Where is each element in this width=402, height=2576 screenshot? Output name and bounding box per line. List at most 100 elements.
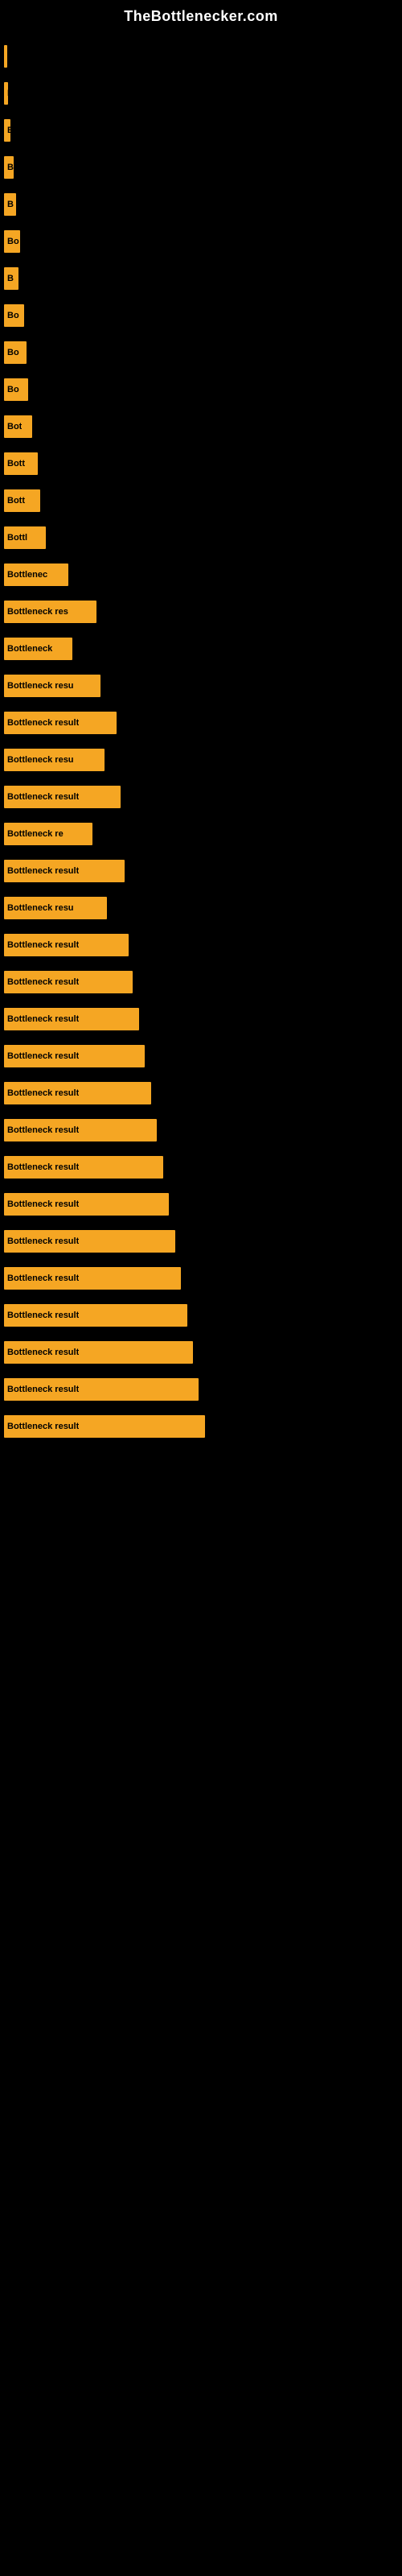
bar-row: Bottlenec [0,564,402,586]
bar-item: Bott [4,489,40,512]
bar-item: I [4,82,8,105]
bar-item: Bottleneck result [4,1378,199,1401]
bar-label: Bottleneck result [7,1348,79,1357]
bar-label: B [7,200,14,209]
bar-row: Bottleneck result [0,786,402,808]
bar-item: Bottleneck result [4,1008,139,1030]
bar-label: Bo [7,348,19,357]
bar-item: Bottleneck result [4,934,129,956]
bar-item: Bottleneck resu [4,897,107,919]
bar-label: B [7,274,14,283]
bar-row: Bottleneck result [0,1341,402,1364]
bar-item: B [4,267,18,290]
bar-item: Bo [4,304,24,327]
bar-item: Bottleneck re [4,823,92,845]
bar-label: Bottleneck result [7,1014,79,1024]
bar-label: Bottleneck result [7,1088,79,1098]
bar-item: Bottleneck result [4,1119,157,1141]
bar-item: Bottleneck result [4,1230,175,1253]
bar-row: B [0,156,402,179]
bar-row: Bottleneck result [0,1267,402,1290]
bar-row: Bottleneck result [0,1230,402,1253]
site-title: TheBottlenecker.com [0,0,402,29]
bar-item: B [4,193,16,216]
bar-item: B [4,156,14,179]
bar-item: Bottleneck result [4,1193,169,1216]
bar-row: Bo [0,230,402,253]
bar-label: Bottleneck result [7,1236,79,1246]
bar-item: Bottleneck result [4,971,133,993]
bar-row: B [0,193,402,216]
bar-row: Bot [0,415,402,438]
bar-row: Bottleneck result [0,1119,402,1141]
bar-item: Bottl [4,526,46,549]
bar-item: Bottleneck result [4,860,125,882]
bar-label: Bott [7,496,25,506]
bar-label: Bot [7,422,22,431]
bar-label: Bottleneck result [7,1051,79,1061]
bar-row: E [0,119,402,142]
bar-item: Bottleneck result [4,712,117,734]
bar-row: Bottleneck result [0,934,402,956]
bar-item: E [4,119,10,142]
bar-row: Bottleneck re [0,823,402,845]
bar-label: Bo [7,311,19,320]
bar-label: Bottleneck resu [7,755,74,765]
bar-row: Bottleneck [0,638,402,660]
bar-row: I [0,82,402,105]
bar-label: E [7,126,10,135]
bar-item: Bottleneck result [4,1341,193,1364]
bar-row: Bottleneck result [0,1378,402,1401]
bar-label: Bottleneck [7,644,52,654]
bar-label: Bottleneck result [7,718,79,728]
bar-item: Bottleneck resu [4,749,105,771]
bar-label: Bottleneck result [7,1422,79,1431]
bar-row: Bottleneck result [0,1304,402,1327]
bar-item: Bottleneck result [4,1267,181,1290]
bar-row: Bottleneck resu [0,749,402,771]
bar-item: | [4,45,7,68]
bar-item: Bott [4,452,38,475]
bar-label: Bottleneck result [7,1385,79,1394]
bar-item: Bottleneck result [4,1082,151,1104]
bar-label: Bottleneck result [7,1162,79,1172]
bar-item: Bottleneck resu [4,675,100,697]
bar-row: B [0,267,402,290]
bar-label: Bottleneck result [7,866,79,876]
bar-item: Bo [4,341,27,364]
bar-item: Bottleneck result [4,1415,205,1438]
bar-label: Bottleneck re [7,829,64,839]
bar-label: Bottleneck resu [7,903,74,913]
bar-label: Bottleneck result [7,1274,79,1283]
bar-row: Bottleneck resu [0,675,402,697]
bar-row: Bo [0,341,402,364]
bar-item: Bottleneck result [4,1304,187,1327]
bar-row: Bo [0,378,402,401]
bar-row: Bottleneck result [0,1193,402,1216]
bar-item: Bottleneck result [4,1156,163,1179]
bar-label: Bottleneck result [7,1125,79,1135]
bar-row: Bott [0,452,402,475]
bar-item: Bo [4,378,28,401]
bar-item: Bottleneck result [4,1045,145,1067]
bar-label: I [7,89,8,98]
bar-item: Bo [4,230,20,253]
bar-row: Bottleneck result [0,712,402,734]
bar-row: Bottleneck result [0,860,402,882]
bar-row: Bott [0,489,402,512]
bar-item: Bottleneck res [4,601,96,623]
bar-row: Bottleneck result [0,1045,402,1067]
bar-row: Bottleneck result [0,1082,402,1104]
bar-label: Bottleneck res [7,607,68,617]
bar-label: Bott [7,459,25,469]
bar-row: Bottleneck res [0,601,402,623]
bar-row: Bottleneck result [0,971,402,993]
bar-label: B [7,163,14,172]
bar-label: Bottl [7,533,27,543]
bar-label: Bottleneck result [7,940,79,950]
bar-label: Bottleneck result [7,1199,79,1209]
bars-container: | I E B B Bo B Bo Bo Bo Bot Bott Bott Bottl Bottlenec B… [0,29,402,1452]
bar-item: Bottleneck [4,638,72,660]
bar-item: Bottlenec [4,564,68,586]
bar-label: Bottleneck resu [7,681,74,691]
